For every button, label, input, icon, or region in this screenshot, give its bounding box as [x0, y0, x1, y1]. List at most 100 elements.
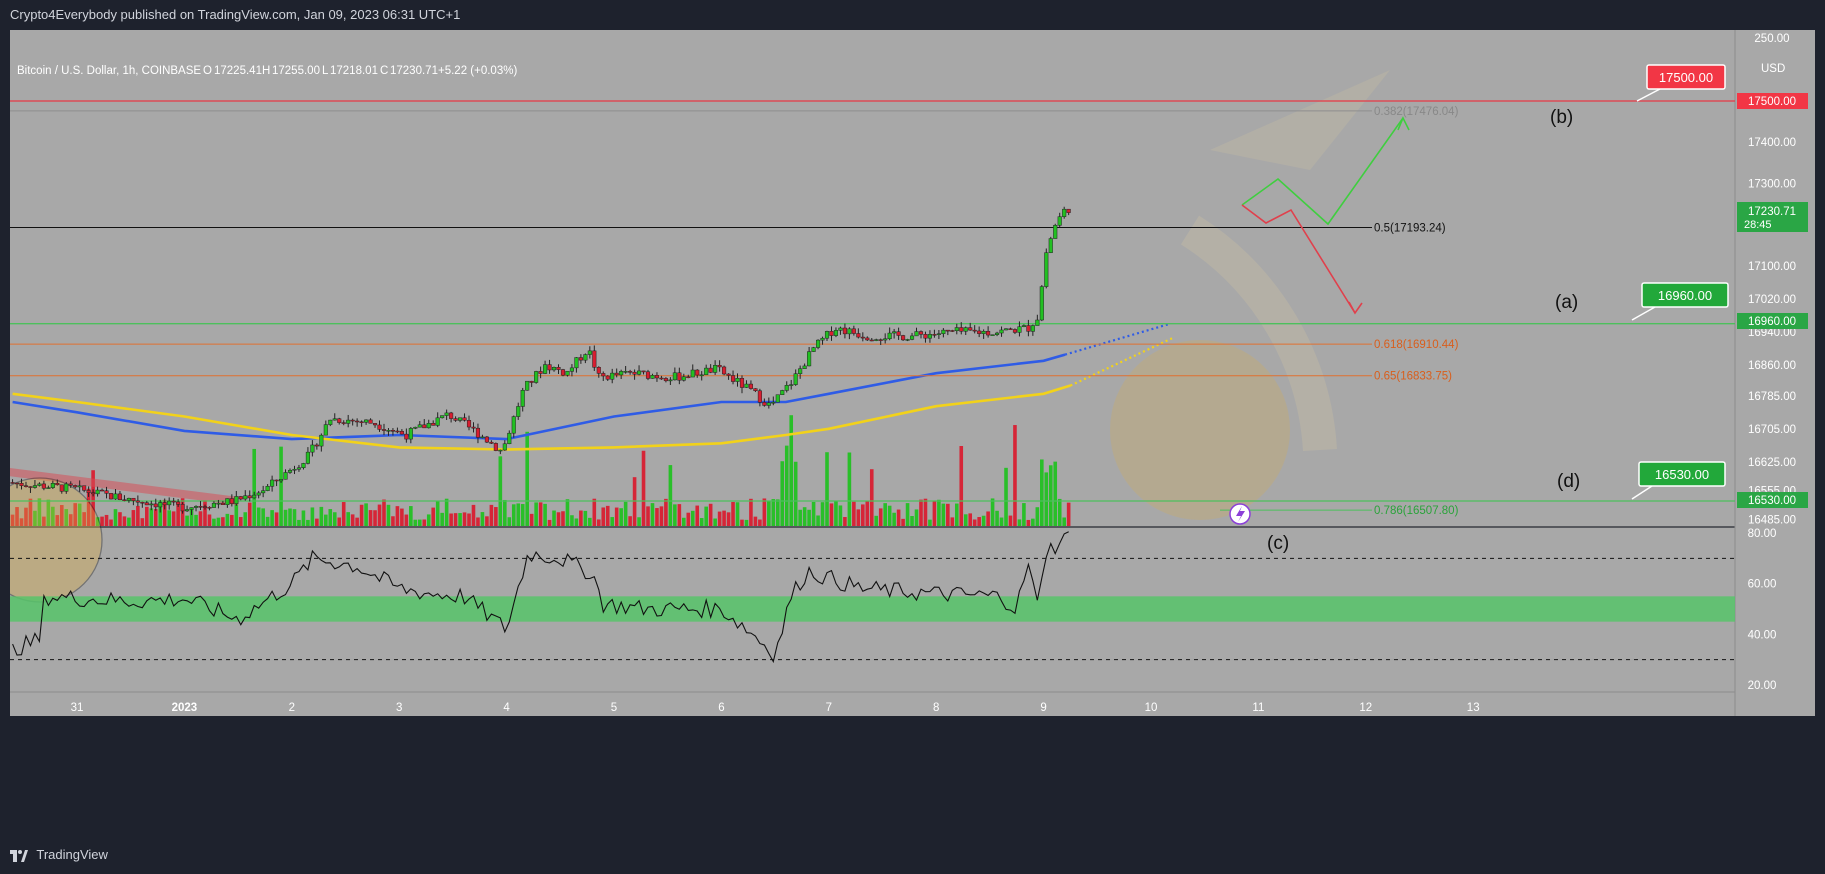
volume-bar [623, 501, 628, 526]
volume-bar [203, 500, 207, 526]
candle-body [220, 502, 225, 505]
volume-bar [874, 515, 879, 526]
candle-body [972, 329, 977, 332]
volume-bar [1040, 459, 1044, 526]
fib-label: 0.618(16910.44) [1374, 339, 1459, 351]
candle-body [520, 389, 525, 407]
candle-body [999, 329, 1004, 334]
candle-body [225, 498, 230, 505]
candle-body [681, 376, 686, 381]
volume-bar [838, 505, 843, 526]
current-price-text: 17230.71 [1748, 206, 1796, 218]
candle-body [851, 328, 856, 334]
candle-body [981, 330, 986, 334]
publisher-line: Crypto4Everybody published on TradingVie… [10, 7, 461, 22]
candle-body [283, 472, 288, 480]
candle-body [332, 418, 337, 421]
candle-body [824, 331, 830, 339]
volume-bar [914, 509, 919, 526]
candle-body [368, 419, 373, 424]
fib-label: 0.786(16507.80) [1374, 505, 1459, 517]
candle-body [726, 373, 731, 376]
candle-body [829, 331, 834, 336]
candle-body [534, 371, 539, 383]
candle-body [699, 374, 704, 377]
price-tick-label: 17300.00 [1748, 178, 1796, 190]
candle-body [185, 509, 190, 512]
volume-bar [221, 517, 225, 526]
candle-body [386, 430, 391, 432]
volume-bar [426, 514, 431, 526]
legend-o-value: 17225.41 [214, 65, 262, 77]
volume-bar [1062, 517, 1066, 526]
candle-body [865, 337, 870, 341]
candle-body [462, 417, 467, 421]
wave-label-d: (d) [1557, 471, 1580, 492]
candle-body [713, 365, 718, 373]
price-chart[interactable]: 250.00 17400.00 17300.00 17100.00 17020.00 16… [0, 30, 1815, 833]
volume-bar [682, 517, 686, 526]
volume-bar [919, 499, 923, 526]
legend-l-value: 17218.01 [330, 65, 378, 77]
candle-body [1021, 325, 1026, 327]
legend-h-value: 17255.00 [272, 65, 320, 77]
candle-body [672, 372, 677, 381]
candle-body [811, 347, 816, 352]
volume-bar [458, 513, 462, 526]
candle-body [551, 367, 557, 371]
candle-body [337, 418, 342, 423]
candle-body [256, 492, 261, 496]
volume-bar [485, 516, 489, 526]
volume-bar [507, 517, 512, 526]
volume-bar [453, 513, 458, 526]
candle-body [270, 479, 275, 487]
time-tick-label: 2 [289, 702, 295, 714]
candle-body [538, 371, 543, 374]
candle-body [923, 334, 928, 339]
candle-body [216, 502, 221, 505]
volume-bar [292, 509, 297, 526]
volume-bar [413, 519, 418, 526]
volume-bar [1013, 425, 1017, 526]
volume-bar [529, 513, 534, 526]
candle-body [319, 434, 324, 447]
volume-bar [113, 509, 118, 526]
volume-bar [449, 513, 453, 526]
volume-bar [283, 509, 288, 526]
candle-body [381, 429, 387, 431]
volume-bar [726, 512, 731, 526]
volume-bar [1008, 515, 1013, 526]
volume-bar [789, 415, 794, 526]
volume-bar [467, 513, 471, 526]
time-tick-label: 9 [1040, 702, 1046, 714]
candle-body [180, 504, 185, 512]
volume-bar [350, 514, 355, 526]
candle-body [243, 495, 248, 500]
candle-body [23, 485, 29, 487]
candle-body [140, 501, 145, 504]
volume-bar [722, 510, 726, 526]
candle-body [55, 483, 60, 486]
candle-body [1062, 208, 1067, 217]
candle-body [914, 331, 919, 337]
volume-bar [171, 511, 176, 526]
volume-bar [811, 501, 816, 526]
volume-bar [655, 508, 659, 526]
alert-icon[interactable] [1229, 503, 1251, 525]
candle-body [578, 357, 583, 361]
candle-body [341, 422, 346, 424]
candle-body [941, 329, 946, 334]
volume-bar [995, 510, 999, 526]
volume-bar [1017, 519, 1022, 526]
candle-body [417, 424, 422, 428]
candle-body [936, 333, 941, 335]
volume-bar [118, 512, 122, 526]
candle-body [207, 506, 212, 509]
chart-area[interactable]: 250.00 17400.00 17300.00 17100.00 17020.00 16… [0, 30, 1815, 833]
candle-body [14, 482, 20, 485]
volume-bar [440, 512, 444, 526]
candle-body [449, 412, 454, 419]
candle-body [932, 334, 937, 336]
rsi-tick-label: 20.00 [1748, 680, 1777, 692]
volume-bar [516, 503, 521, 526]
